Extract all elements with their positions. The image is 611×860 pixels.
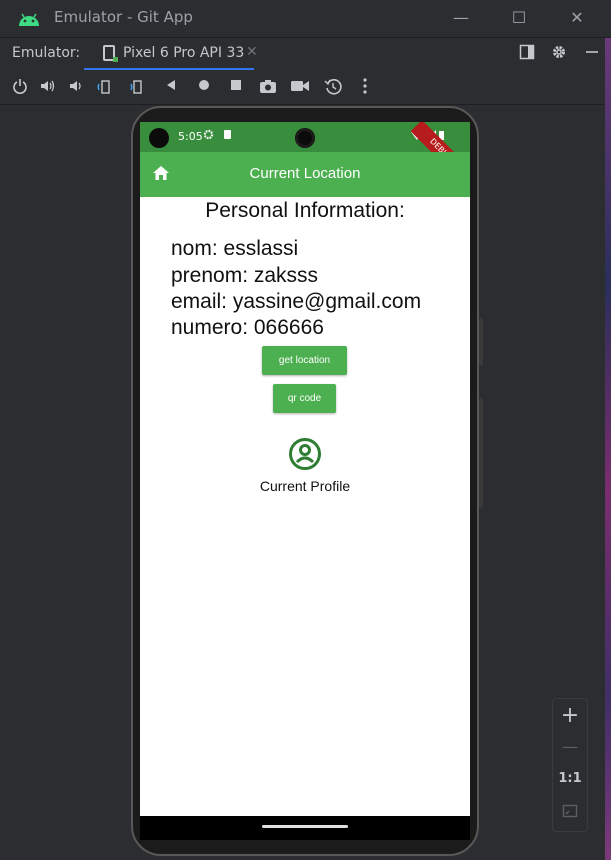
actual-size-button[interactable]: 1:1 xyxy=(553,771,587,786)
overview-icon[interactable] xyxy=(226,78,246,96)
volume-up-icon[interactable] xyxy=(38,78,58,96)
zoom-panel: + — 1:1 xyxy=(552,698,588,832)
phone-power-button xyxy=(479,318,483,366)
emulator-tab-bar: Emulator: Pixel 6 Pro API 33 ✕ xyxy=(0,37,611,71)
zoom-in-button[interactable]: + xyxy=(553,703,587,728)
account-circle-icon[interactable] xyxy=(288,437,322,471)
hide-panel-icon[interactable] xyxy=(582,44,602,64)
window-mode-icon[interactable] xyxy=(517,44,537,64)
profile-content: Personal Information: nom: esslassi pren… xyxy=(140,197,470,816)
window-title: Emulator - Git App xyxy=(54,8,193,26)
status-time: 5:05 xyxy=(178,130,203,143)
phone-volume-button xyxy=(479,398,483,508)
close-window-button[interactable]: ✕ xyxy=(564,6,590,30)
screenshot-camera-icon[interactable] xyxy=(258,78,278,96)
sd-card-icon xyxy=(224,130,231,139)
rotate-left-icon[interactable] xyxy=(95,78,115,96)
current-profile-label: Current Profile xyxy=(259,478,351,494)
status-settings-icon xyxy=(203,129,214,143)
app-bar-title: Current Location xyxy=(249,165,361,182)
gesture-handle[interactable] xyxy=(262,825,348,828)
maximize-button[interactable]: ☐ xyxy=(506,6,532,30)
emulator-toolbar xyxy=(0,70,611,105)
zoom-out-button[interactable]: — xyxy=(553,737,587,756)
rotate-right-icon[interactable] xyxy=(128,78,148,96)
emulator-label: Emulator: xyxy=(12,45,81,61)
android-icon xyxy=(19,13,39,26)
desktop-background-strip xyxy=(605,38,611,860)
device-icon xyxy=(103,45,118,62)
email-field: email: yassine@gmail.com xyxy=(171,290,422,313)
screen-record-icon[interactable] xyxy=(290,78,310,96)
snapshot-history-icon[interactable] xyxy=(323,78,343,96)
get-location-button[interactable]: get location xyxy=(262,346,347,375)
prenom-field: prenom: zaksss xyxy=(171,264,319,287)
minimize-button[interactable]: — xyxy=(448,6,474,30)
status-bar: 5:05 DEBUG xyxy=(140,122,470,181)
volume-down-icon[interactable] xyxy=(66,78,86,96)
phone-screen[interactable]: 5:05 DEBUG Current Location Personal Inf… xyxy=(140,122,470,816)
nom-field: nom: esslassi xyxy=(171,237,299,260)
power-icon[interactable] xyxy=(10,78,30,96)
front-camera xyxy=(295,128,315,148)
app-bar: Current Location xyxy=(140,152,470,197)
numero-field: numero: 066666 xyxy=(171,316,324,339)
tab-close-icon[interactable]: ✕ xyxy=(246,44,258,60)
device-tab-label: Pixel 6 Pro API 33 xyxy=(123,45,245,61)
fit-screen-icon[interactable] xyxy=(553,803,587,823)
back-icon[interactable] xyxy=(161,78,181,96)
camera-punch-hole xyxy=(149,128,169,148)
section-heading: Personal Information: xyxy=(205,199,405,222)
qr-code-button[interactable]: qr code xyxy=(273,384,336,413)
more-options-icon[interactable] xyxy=(355,78,375,96)
gesture-nav-bar xyxy=(140,816,470,840)
settings-gear-icon[interactable] xyxy=(549,44,569,64)
device-tab[interactable]: Pixel 6 Pro API 33 ✕ xyxy=(84,41,262,71)
home-circle-icon[interactable] xyxy=(194,78,214,96)
window-title-bar: Emulator - Git App — ☐ ✕ xyxy=(0,0,611,36)
